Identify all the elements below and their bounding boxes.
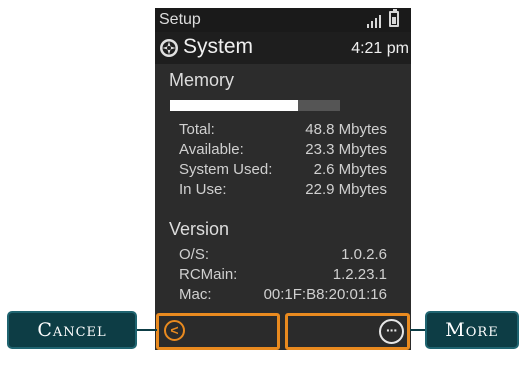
cancel-connector [137,329,157,331]
memory-row-available: Available: 23.3 Mbytes [179,141,387,161]
memory-row-total: Total: 48.8 Mbytes [179,121,387,141]
version-row-os: O/S: 1.0.2.6 [179,246,387,266]
battery-icon [389,9,399,27]
row-label: Total: [179,121,215,138]
row-label: In Use: [179,181,227,198]
row-value: 2.6 Mbytes [313,161,387,178]
more-ellipsis-icon: ··· [379,319,404,344]
status-title: Setup [159,11,201,28]
more-connector [410,329,426,331]
row-value: 23.3 Mbytes [305,141,387,158]
row-value: 48.8 Mbytes [305,121,387,138]
row-label: O/S: [179,246,210,263]
row-value: 22.9 Mbytes [305,181,387,198]
version-row-rcmain: RCMain: 1.2.23.1 [179,266,387,286]
clock: 4:21 pm [351,40,409,57]
header: System 4:21 pm [155,32,411,64]
more-callout: More [425,311,519,349]
memory-usage-bar [170,100,340,111]
row-value: 1.0.2.6 [341,246,387,263]
version-section-title: Version [169,219,230,239]
row-value: 00:1F:B8:20:01:16 [263,286,387,303]
more-softkey[interactable]: ··· [285,313,410,350]
memory-usage-fill [170,100,298,111]
cancel-callout: Cancel [7,311,137,349]
page-title: System [183,35,254,58]
memory-section-title: Memory [169,70,235,90]
back-chevron-icon: < [164,320,185,341]
device-screen: Setup System 4:21 pm Memory Total: 48.8 … [155,8,411,350]
memory-row-system-used: System Used: 2.6 Mbytes [179,161,387,181]
version-row-mac: Mac: 00:1F:B8:20:01:16 [179,286,387,306]
row-label: System Used: [179,161,273,178]
settings-icon [160,39,178,57]
row-label: Available: [179,141,244,158]
row-label: Mac: [179,286,212,303]
cancel-softkey[interactable]: < [156,313,280,350]
memory-row-in-use: In Use: 22.9 Mbytes [179,181,387,201]
signal-icon [367,14,383,28]
softkey-bar: < ··· [155,313,411,350]
status-bar: Setup [155,8,411,32]
row-label: RCMain: [179,266,238,283]
row-value: 1.2.23.1 [332,266,387,283]
